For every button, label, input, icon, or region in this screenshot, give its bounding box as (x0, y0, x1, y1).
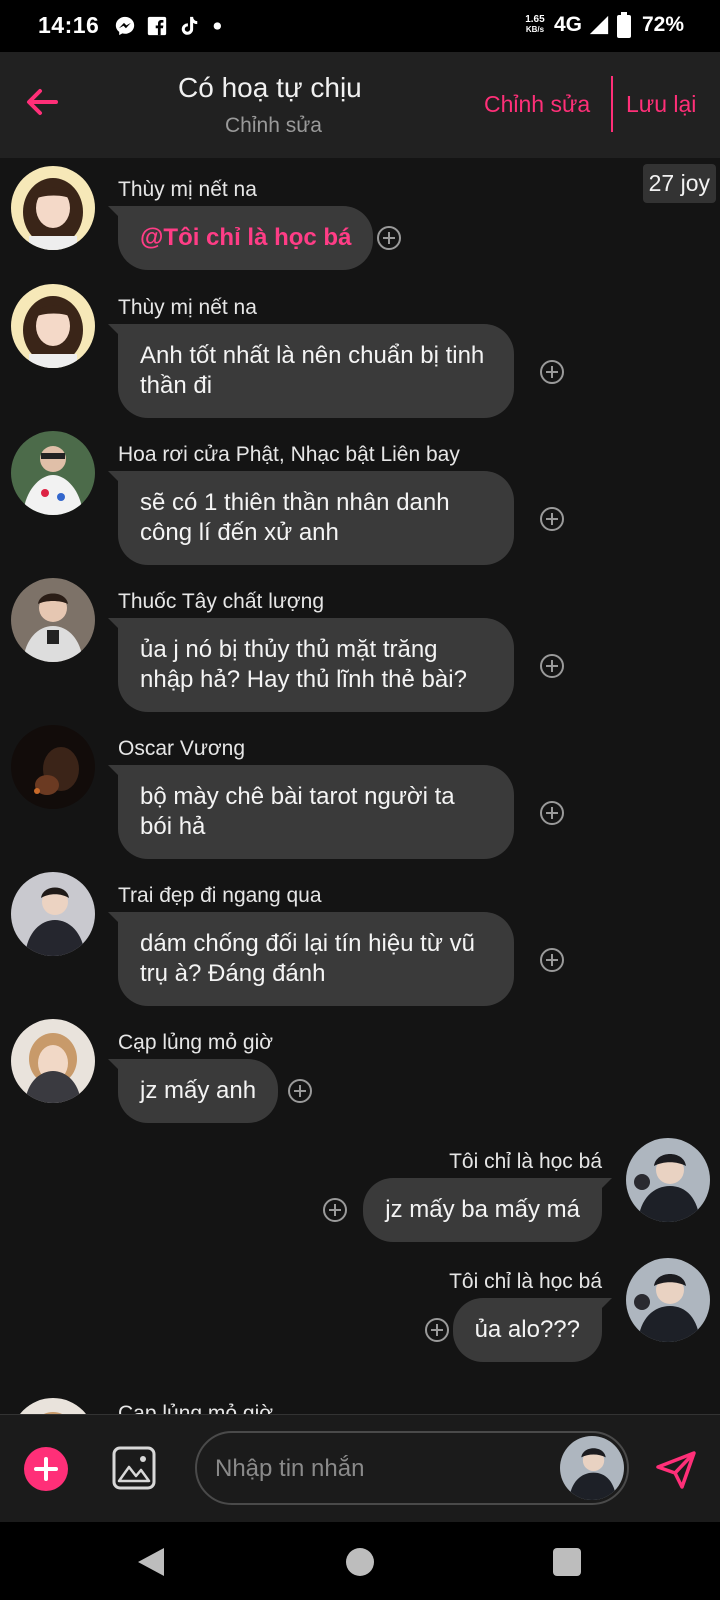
avatar[interactable] (626, 1138, 710, 1222)
add-reaction-icon[interactable] (287, 1078, 313, 1104)
tiktok-icon (181, 16, 198, 35)
notification-icons (114, 14, 232, 38)
sender-name: Cạp lủng mỏ giờ (118, 1031, 274, 1054)
dot-icon (213, 22, 221, 30)
add-reaction-icon[interactable] (539, 653, 565, 679)
speed-value: 1.65 (525, 14, 545, 25)
add-reaction-icon[interactable] (539, 359, 565, 385)
network-type: 4G (553, 13, 582, 36)
add-reaction-icon[interactable] (539, 800, 565, 826)
sender-name: Tôi chỉ là học bá (449, 1150, 602, 1173)
nav-recents-icon[interactable] (553, 1548, 581, 1576)
avatar[interactable] (11, 431, 95, 515)
save-button[interactable]: Lưu lại (626, 91, 696, 118)
message-input[interactable] (215, 1451, 545, 1487)
nav-back-icon[interactable] (136, 1546, 166, 1578)
joy-badge[interactable]: 27 joy (642, 164, 716, 203)
sender-name: Thuốc Tây chất lượng (118, 590, 325, 613)
speed-unit: KB/s (525, 25, 545, 34)
send-icon[interactable] (652, 1445, 700, 1493)
status-time: 14:16 (38, 12, 100, 38)
add-reaction-icon[interactable] (322, 1197, 348, 1223)
avatar[interactable] (626, 1258, 710, 1342)
edit-button[interactable]: Chỉnh sửa (484, 91, 590, 118)
avatar[interactable] (11, 1398, 95, 1414)
sender-avatar[interactable] (560, 1436, 624, 1500)
add-reaction-icon[interactable] (539, 506, 565, 532)
message-bubble[interactable]: dám chống đối lại tín hiệu từ vũ trụ à? … (118, 912, 514, 1006)
status-bar: 14:16 1.65 KB/s 4G 72% (0, 0, 720, 52)
avatar[interactable] (11, 872, 95, 956)
message-bubble[interactable]: @Tôi chỉ là học bá (118, 206, 374, 270)
message-composer (0, 1415, 720, 1522)
image-picker-icon[interactable] (111, 1445, 157, 1491)
message-list[interactable]: 27 joy Thùy mị nết na @Tôi chỉ là học bá… (0, 158, 720, 1414)
back-arrow-icon[interactable] (20, 80, 64, 124)
battery-icon (616, 12, 631, 38)
message-bubble[interactable]: ủa alo??? (452, 1298, 602, 1362)
messenger-icon (115, 16, 135, 36)
sender-name: Thùy mị nết na (118, 178, 257, 201)
message-bubble[interactable]: bộ mày chê bài tarot người ta bói hả (118, 765, 514, 859)
avatar[interactable] (11, 725, 95, 809)
network-speed: 1.65 KB/s (522, 15, 548, 35)
chat-title: Có hoạ tự chịu (178, 72, 362, 103)
sender-name: Oscar Vương (118, 737, 246, 760)
chat-subtitle: Chỉnh sửa (225, 114, 322, 137)
sender-name: Thùy mị nết na (118, 296, 257, 319)
add-reaction-icon[interactable] (376, 225, 402, 251)
message-bubble[interactable]: Anh tốt nhất là nên chuẩn bị tinh thần đ… (118, 324, 514, 418)
sender-name: Trai đẹp đi ngang qua (118, 884, 322, 907)
battery-percent: 72% (641, 13, 684, 36)
avatar[interactable] (11, 578, 95, 662)
message-bubble[interactable]: jz mấy ba mấy má (363, 1178, 602, 1242)
add-button[interactable] (24, 1447, 68, 1491)
system-nav-bar (0, 1522, 720, 1600)
avatar[interactable] (11, 284, 95, 368)
message-input-box[interactable] (195, 1431, 629, 1505)
message-bubble[interactable]: sẽ có 1 thiên thần nhân danh công lí đến… (118, 471, 514, 565)
sender-name: Tôi chỉ là học bá (449, 1270, 602, 1293)
signal-icon (589, 15, 609, 35)
message-bubble[interactable]: jz mấy anh (118, 1059, 279, 1123)
header-divider (611, 76, 613, 132)
sender-name: Hoa rơi cửa Phật, Nhạc bật Liên bay (118, 443, 460, 466)
system-indicators: 1.65 KB/s 4G 72% (522, 10, 684, 40)
sender-name: Cạp lủng mỏ giờ (118, 1402, 274, 1414)
nav-home-icon[interactable] (346, 1548, 374, 1576)
avatar[interactable] (11, 1019, 95, 1103)
plus-icon (34, 1457, 58, 1481)
add-reaction-icon[interactable] (539, 947, 565, 973)
facebook-icon (147, 16, 167, 36)
avatar[interactable] (11, 166, 95, 250)
add-reaction-icon[interactable] (424, 1317, 450, 1343)
message-bubble[interactable]: ủa j nó bị thủy thủ mặt trăng nhập hả? H… (118, 618, 514, 712)
chat-header: Có hoạ tự chịu Chỉnh sửa Chỉnh sửa Lưu l… (0, 52, 720, 158)
